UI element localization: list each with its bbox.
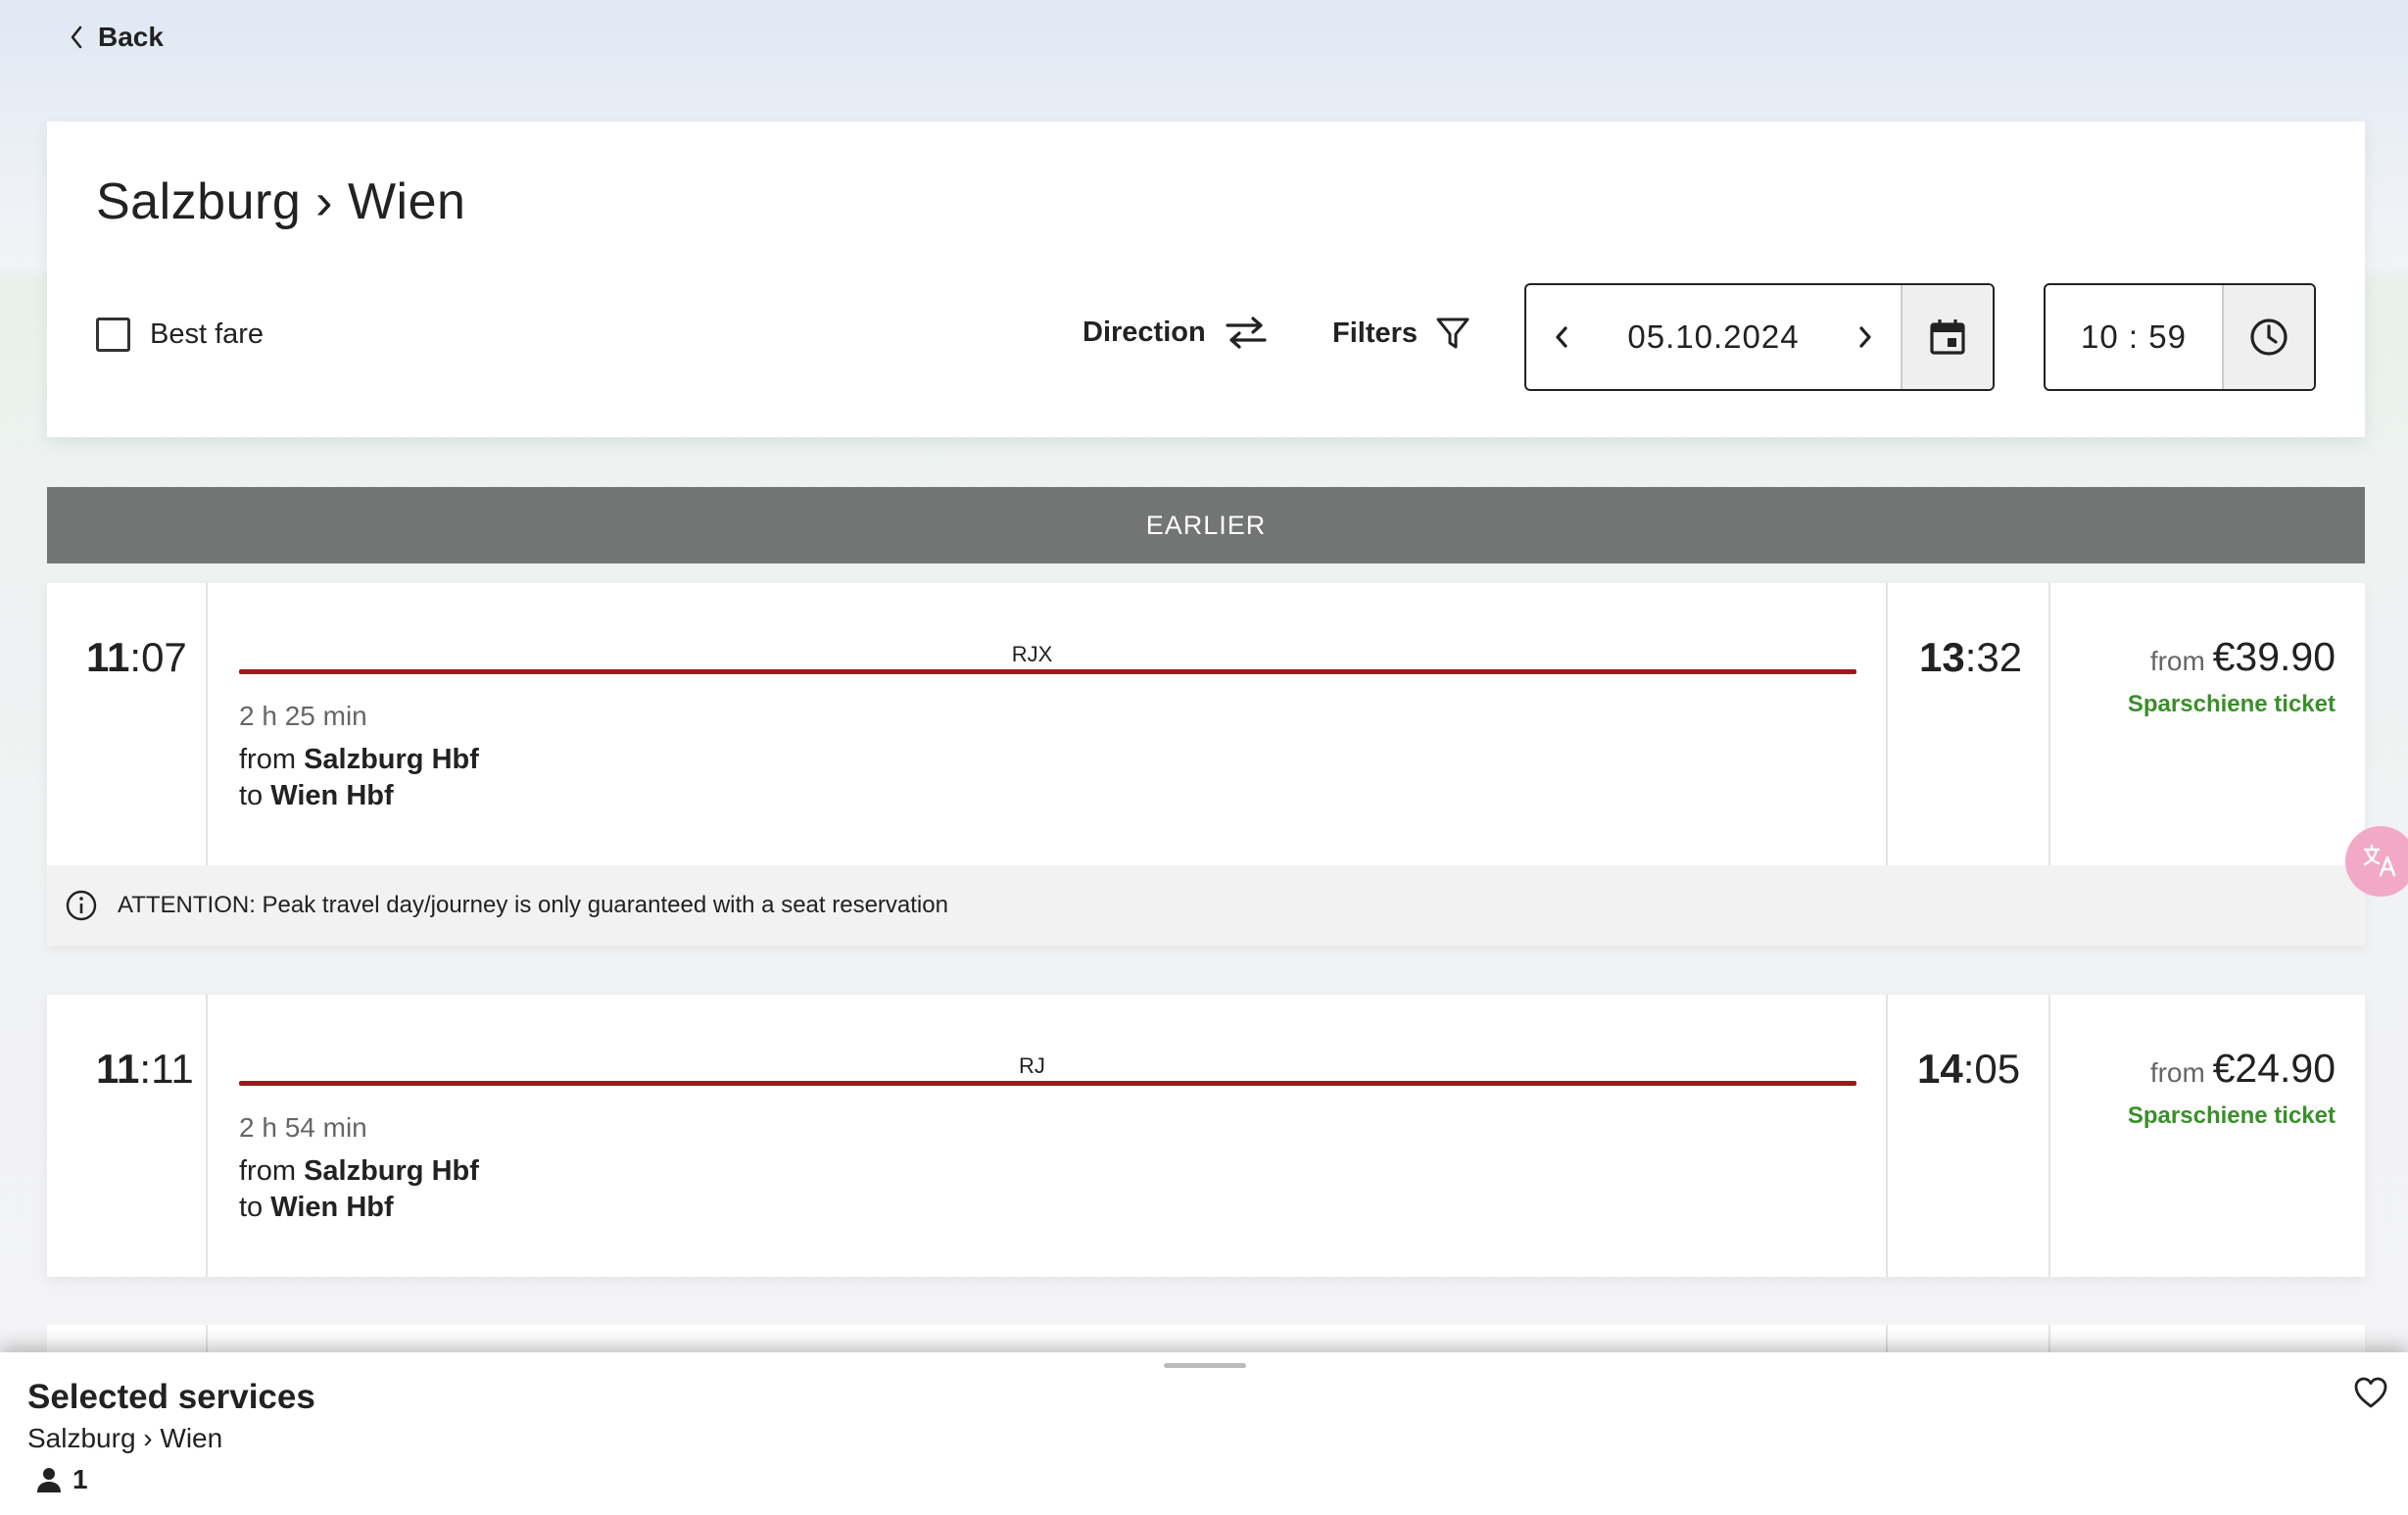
time-picker: 10 : 59 [2044, 283, 2316, 391]
to-station-line: to Wien Hbf [239, 780, 394, 811]
arrival-column [1888, 1325, 2050, 1354]
calendar-icon [1930, 319, 1965, 355]
best-fare-label: Best fare [150, 318, 265, 350]
price-column: from €39.90 Sparschiene ticket [2050, 583, 2365, 865]
passenger-count: 1 [35, 1464, 88, 1495]
arrival-time: 13:32 [1919, 634, 2023, 680]
ticket-type: Sparschiene ticket [2127, 691, 2336, 717]
arrival-time: 14:05 [1917, 1046, 2021, 1092]
from-station-line: from Salzburg Hbf [239, 744, 479, 775]
journey-column: RJ 2 h 54 min from Salzburg Hbf to Wien … [208, 995, 1888, 1277]
filters-label: Filters [1332, 317, 1419, 349]
direction-button[interactable]: Direction [1083, 316, 1267, 349]
price: from €39.90 [2149, 634, 2336, 679]
page-title: Salzburg › Wien [96, 173, 466, 230]
journey-track [239, 1081, 1856, 1086]
back-label: Back [98, 22, 164, 52]
favorite-button[interactable] [2353, 1376, 2388, 1414]
duration: 2 h 54 min [239, 1112, 367, 1143]
departure-time: 11:07 [86, 634, 187, 680]
filter-icon [1436, 318, 1469, 349]
passenger-count-value: 1 [72, 1464, 88, 1494]
departure-column: 11:11 [47, 995, 208, 1277]
attention-notice: ATTENTION: Peak travel day/journey is on… [47, 865, 2365, 946]
connection-card[interactable]: 11:07 RJX 2 h 25 min from Salzburg Hbf t… [47, 583, 2365, 946]
time-value[interactable]: 10 : 59 [2046, 318, 2222, 356]
back-button[interactable]: Back [69, 22, 164, 53]
search-header-card: Salzburg › Wien Best fare Direction Filt… [47, 122, 2365, 437]
ticket-type: Sparschiene ticket [2127, 1102, 2336, 1129]
departure-column: 11:07 [47, 583, 208, 865]
previous-day-button[interactable] [1526, 285, 1597, 389]
clock-icon [2250, 318, 2288, 356]
calendar-button[interactable] [1901, 285, 1993, 389]
chevron-left-icon [71, 25, 82, 49]
top-bar: Back [0, 0, 2408, 121]
duration: 2 h 25 min [239, 701, 367, 731]
swap-arrows-icon [1226, 317, 1267, 349]
direction-label: Direction [1083, 316, 1206, 348]
date-value[interactable]: 05.10.2024 [1597, 318, 1830, 356]
departure-time: 11:11 [96, 1046, 194, 1092]
next-day-button[interactable] [1830, 285, 1901, 389]
filters-button[interactable]: Filters [1332, 316, 1470, 351]
train-type: RJX [1011, 642, 1053, 666]
arrival-column: 13:32 [1888, 583, 2050, 865]
journey-column [208, 1325, 1888, 1354]
to-station-line: to Wien Hbf [239, 1192, 394, 1223]
heart-icon [2354, 1377, 2387, 1408]
person-icon [37, 1468, 61, 1492]
connection-card-partial[interactable] [47, 1325, 2365, 1354]
selected-services-sheet: Selected services Salzburg › Wien 1 [0, 1352, 2408, 1515]
sheet-drag-handle[interactable] [1164, 1363, 1246, 1368]
chevron-right-icon [1859, 326, 1871, 348]
journey-column: RJX 2 h 25 min from Salzburg Hbf to Wien… [208, 583, 1888, 865]
translate-button[interactable] [2345, 826, 2408, 897]
translate-icon [2363, 844, 2396, 877]
arrival-column: 14:05 [1888, 995, 2050, 1277]
departure-column [47, 1325, 208, 1354]
best-fare-toggle[interactable]: Best fare [96, 318, 264, 352]
info-icon [66, 890, 97, 921]
from-station-line: from Salzburg Hbf [239, 1155, 479, 1187]
date-picker: 05.10.2024 [1524, 283, 1995, 391]
time-button[interactable] [2222, 285, 2314, 389]
journey-track [239, 669, 1856, 674]
price-column: from €24.90 Sparschiene ticket [2050, 995, 2365, 1277]
connection-card[interactable]: 11:11 RJ 2 h 54 min from Salzburg Hbf to… [47, 995, 2365, 1277]
chevron-left-icon [1556, 326, 1567, 348]
attention-text: ATTENTION: Peak travel day/journey is on… [118, 892, 948, 918]
sheet-title: Selected services [27, 1378, 315, 1416]
earlier-button[interactable]: EARLIER [47, 487, 2365, 563]
sheet-route: Salzburg › Wien [27, 1423, 223, 1453]
checkbox-icon[interactable] [96, 318, 130, 352]
train-type: RJ [1019, 1053, 1045, 1078]
price: from €24.90 [2149, 1046, 2336, 1091]
